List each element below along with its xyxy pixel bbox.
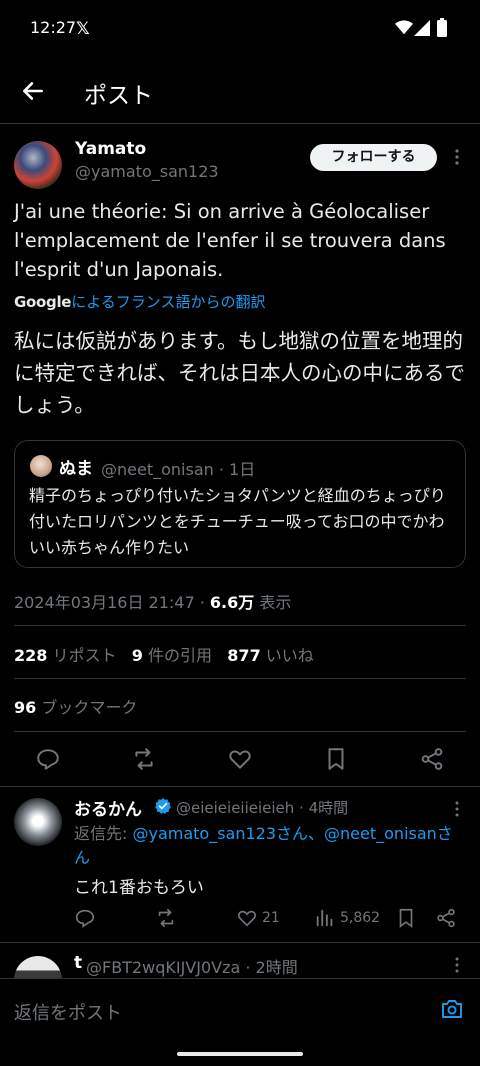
likes-count: 877 [227, 646, 261, 665]
translation-label[interactable]: によるフランス語からの翻訳 [71, 293, 265, 311]
x-logo-icon: 𝕏 [76, 19, 90, 39]
reply-more-options-icon[interactable] [450, 800, 464, 818]
reply-views-count: 5,862 [340, 910, 381, 926]
engagement-stats: 228 リポスト 9 件の引用 877 いいね [14, 642, 314, 666]
verified-badge-icon [155, 798, 171, 815]
reply-repost-button[interactable] [155, 907, 181, 929]
quoted-post[interactable]: ぬま @neet_onisan · 1日 精子のちょっぴり付いたショタパンツと経… [14, 440, 466, 568]
reply-handle-time: @eieieieiieieieh · 4時間 [176, 799, 349, 817]
reply-icon [75, 909, 95, 928]
bookmarks-stat[interactable]: 96 ブックマーク [14, 694, 137, 718]
repost-icon [158, 908, 174, 928]
page-title: ポスト [84, 83, 153, 109]
top-app-bar: ポスト [0, 56, 480, 124]
share-icon[interactable] [419, 746, 445, 772]
reply-input[interactable]: 返信をポスト [14, 999, 122, 1025]
author-handle[interactable]: @yamato_san123 [75, 162, 219, 181]
bookmarks-count: 96 [14, 698, 37, 717]
status-bar: 12:27 𝕏 [0, 0, 480, 56]
quote-handle-time: @neet_onisan · 1日 [101, 460, 256, 479]
reply-compose-bar: 返信をポスト [0, 978, 480, 1066]
quotes-label: 件の引用 [148, 646, 213, 665]
quotes-count: 9 [131, 646, 143, 665]
bookmark-icon[interactable] [323, 746, 349, 772]
translation-attribution[interactable]: Googleによるフランス語からの翻訳 [14, 291, 265, 312]
author-avatar[interactable] [14, 141, 62, 189]
reposts-stat[interactable]: 228 リポスト [14, 646, 117, 665]
likes-label: いいね [265, 646, 314, 665]
post-timestamp: 2024年03月16日 21:47 · 6.6万 表示 [14, 589, 291, 613]
reposts-count: 228 [14, 646, 48, 665]
reply-text: これ1番おもろい [74, 878, 204, 898]
like-heart-icon [237, 910, 257, 927]
battery-icon [437, 18, 447, 37]
like-heart-icon[interactable] [227, 746, 253, 772]
google-logo: Google [14, 293, 72, 311]
bookmark-icon [399, 908, 413, 928]
divider [14, 678, 466, 679]
author-name[interactable]: Yamato [75, 139, 146, 159]
reply-to-line: 返信先: @yamato_san123さん、@neet_onisanさん [74, 822, 464, 870]
divider [0, 786, 480, 787]
reply-icon[interactable] [35, 746, 61, 772]
divider [14, 625, 466, 626]
reply-author-name[interactable]: おるかん [74, 795, 142, 820]
quote-author-name: ぬま [59, 459, 93, 479]
views-bar-chart-icon [316, 909, 333, 927]
wifi-icon [395, 20, 413, 35]
reply-like-button[interactable]: 21 [236, 907, 280, 929]
divider [14, 731, 466, 732]
reposts-label: リポスト [52, 646, 117, 665]
status-time: 12:27 [30, 18, 77, 37]
next-reply-author-name[interactable]: t [74, 953, 82, 973]
views-label: 表示 [254, 593, 292, 612]
quotes-stat[interactable]: 9 件の引用 [132, 646, 212, 665]
reply-share-button[interactable] [435, 907, 461, 929]
repost-icon[interactable] [131, 746, 157, 772]
reply-reply-button[interactable] [74, 907, 100, 929]
next-reply-handle-time: @FBT2wqKIJVJ0Vza · 2時間 [86, 958, 298, 977]
share-icon [437, 908, 455, 928]
timestamp-text: 2024年03月16日 21:47 · [14, 593, 210, 612]
reply-like-count: 21 [262, 910, 280, 926]
likes-stat[interactable]: 877 いいね [227, 646, 314, 665]
arrow-left-icon[interactable] [20, 78, 46, 104]
bookmarks-label: ブックマーク [41, 698, 138, 717]
views-count: 6.6万 [209, 593, 255, 612]
gesture-home-bar[interactable] [177, 1052, 303, 1056]
translated-text: 私には仮説があります。もし地獄の位置を地理的に特定できれば、それは日本人の心の中… [14, 329, 465, 417]
divider [0, 942, 480, 943]
quote-text: 精子のちょっぴり付いたショタパンツと経血のちょっぴり付いたロリパンツとをチューチ… [29, 486, 446, 557]
next-reply-more-options-icon[interactable] [450, 956, 464, 974]
camera-icon[interactable] [440, 997, 464, 1021]
reply-views-button[interactable]: 5,862 [314, 907, 380, 929]
reply-to-prefix: 返信先: [74, 824, 133, 843]
reply-avatar[interactable] [14, 798, 62, 846]
more-options-icon[interactable] [450, 147, 464, 167]
quote-avatar [30, 455, 52, 477]
tweet-text: J'ai une théorie: Si on arrive à Géoloca… [14, 200, 446, 281]
follow-button[interactable]: フォローする [310, 144, 437, 171]
reply-bookmark-button[interactable] [395, 907, 421, 929]
signal-icon [414, 20, 430, 36]
